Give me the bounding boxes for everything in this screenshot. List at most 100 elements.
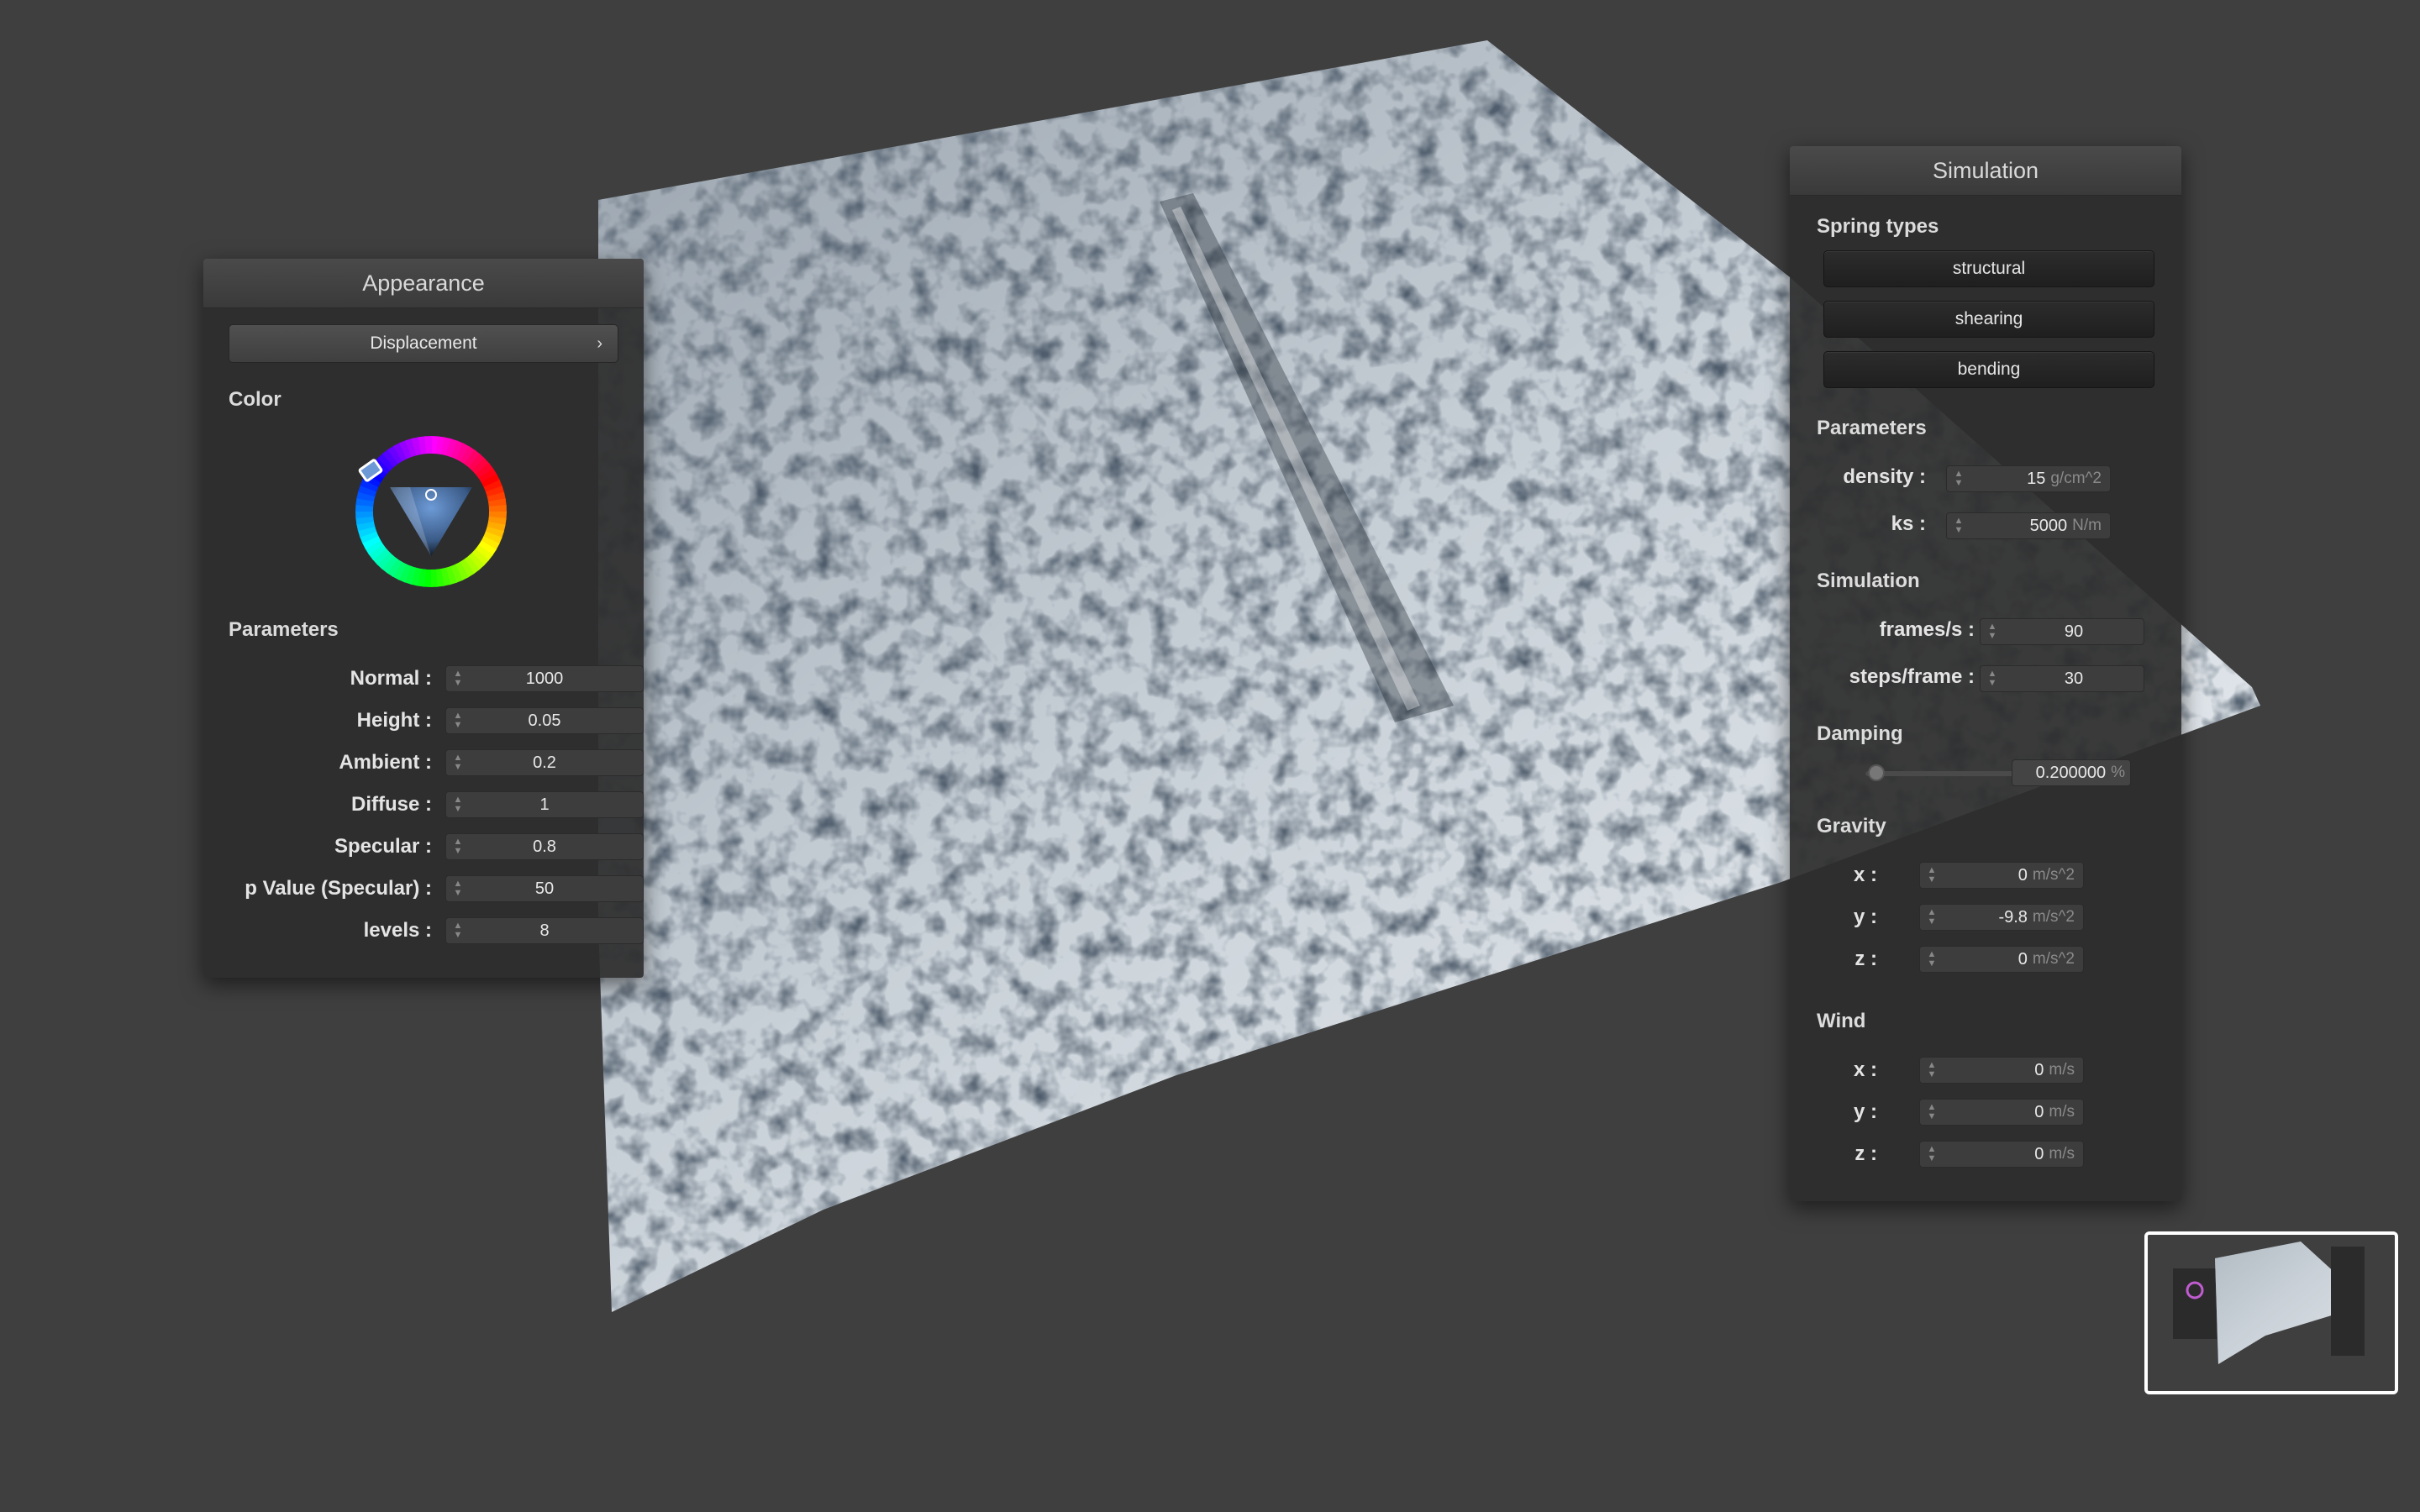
damping-label: Damping bbox=[1817, 722, 1903, 745]
param-field[interactable]: ▲ ▼ 50 bbox=[445, 875, 644, 902]
param-value: 8 bbox=[539, 921, 550, 940]
spinner-arrows-icon[interactable]: ▲ ▼ bbox=[1947, 466, 1970, 491]
gravity-unit: m/s^2 bbox=[2032, 866, 2075, 884]
param-field[interactable]: ▲ ▼ 0.2 bbox=[445, 749, 644, 776]
gravity-value: 0 bbox=[2018, 865, 2028, 885]
structural-button[interactable]: structural bbox=[1823, 250, 2154, 287]
chevron-right-icon: › bbox=[597, 333, 602, 353]
param-value: 1000 bbox=[525, 669, 564, 688]
spinner-arrows-icon[interactable]: ▲ ▼ bbox=[446, 750, 470, 775]
wind-label: Wind bbox=[1817, 1010, 1866, 1032]
spinner-arrows-icon[interactable]: ▲ ▼ bbox=[1947, 513, 1970, 538]
gravity-x-label: x : bbox=[1853, 864, 1877, 886]
gravity-z-label: z : bbox=[1854, 948, 1877, 970]
gravity-value: 0 bbox=[2018, 949, 2028, 969]
wind-unit: m/s bbox=[2049, 1103, 2075, 1121]
appearance-parameters-label: Parameters bbox=[229, 618, 339, 641]
shader-dropdown-label: Displacement bbox=[370, 333, 477, 353]
wind-y-label: y : bbox=[1853, 1100, 1877, 1123]
param-label: Diffuse : bbox=[351, 793, 432, 816]
density-field[interactable]: ▲ ▼ 15 g/cm^2 bbox=[1946, 465, 2111, 492]
gravity-unit: m/s^2 bbox=[2032, 908, 2075, 926]
minimap-preview bbox=[2148, 1235, 2395, 1391]
gravity-unit: m/s^2 bbox=[2032, 950, 2075, 968]
appearance-panel: Appearance Displacement › Color Paramete… bbox=[203, 259, 644, 978]
spinner-arrows-icon[interactable]: ▲ ▼ bbox=[446, 708, 470, 733]
color-wheel[interactable] bbox=[351, 432, 511, 591]
density-value: 15 bbox=[2027, 469, 2046, 488]
spring-types-label: Spring types bbox=[1817, 215, 1939, 238]
param-field[interactable]: ▲ ▼ 1 bbox=[445, 791, 644, 818]
param-field[interactable]: ▲ ▼ 0.8 bbox=[445, 833, 644, 860]
wind-value: 0 bbox=[2034, 1144, 2044, 1163]
gravity-z-field[interactable]: ▲ ▼ 0 m/s^2 bbox=[1919, 946, 2084, 973]
ks-unit: N/m bbox=[2072, 517, 2102, 534]
frames-field[interactable]: ▲ ▼ 90 bbox=[1980, 618, 2144, 645]
ks-field[interactable]: ▲ ▼ 5000 N/m bbox=[1946, 512, 2111, 539]
param-value: 0.2 bbox=[533, 753, 556, 772]
gravity-label: Gravity bbox=[1817, 815, 1886, 837]
param-label: Specular : bbox=[334, 835, 432, 858]
param-field[interactable]: ▲ ▼ 0.05 bbox=[445, 707, 644, 734]
simulation-section-label: Simulation bbox=[1817, 570, 1920, 592]
gravity-x-field[interactable]: ▲ ▼ 0 m/s^2 bbox=[1919, 862, 2084, 889]
minimap-appearance-panel bbox=[2173, 1268, 2217, 1339]
param-label: Ambient : bbox=[339, 751, 432, 774]
spinner-arrows-icon[interactable]: ▲ ▼ bbox=[1920, 1100, 1944, 1125]
damping-slider-knob[interactable] bbox=[1868, 764, 1885, 781]
wind-value: 0 bbox=[2034, 1102, 2044, 1121]
steps-field[interactable]: ▲ ▼ 30 bbox=[1980, 665, 2144, 692]
spinner-arrows-icon[interactable]: ▲ ▼ bbox=[1920, 947, 1944, 972]
spinner-arrows-icon[interactable]: ▲ ▼ bbox=[1981, 619, 2004, 644]
frames-label: frames/s : bbox=[1879, 618, 1975, 641]
appearance-title: Appearance bbox=[203, 259, 644, 308]
simulation-title: Simulation bbox=[1790, 146, 2181, 196]
minimap-simulation-panel bbox=[2331, 1247, 2365, 1356]
minimap-thumbnail[interactable] bbox=[2144, 1231, 2398, 1394]
spinner-arrows-icon[interactable]: ▲ ▼ bbox=[446, 666, 470, 691]
shader-dropdown[interactable]: Displacement › bbox=[229, 324, 618, 363]
param-value: 0.05 bbox=[528, 711, 561, 730]
spinner-arrows-icon[interactable]: ▲ ▼ bbox=[1920, 1058, 1944, 1083]
param-label: Height : bbox=[356, 709, 432, 732]
ks-value: 5000 bbox=[2029, 516, 2068, 535]
density-unit: g/cm^2 bbox=[2050, 470, 2102, 487]
spinner-arrows-icon[interactable]: ▲ ▼ bbox=[1920, 863, 1944, 888]
wind-unit: m/s bbox=[2049, 1061, 2075, 1079]
color-section-label: Color bbox=[229, 388, 281, 411]
simulation-panel: Simulation Spring types structural shear… bbox=[1790, 146, 2181, 1201]
damping-value: 0.200000 bbox=[2035, 763, 2107, 782]
wind-value: 0 bbox=[2034, 1060, 2044, 1079]
spinner-arrows-icon[interactable]: ▲ ▼ bbox=[1920, 1142, 1944, 1167]
gravity-y-label: y : bbox=[1853, 906, 1877, 928]
param-value: 1 bbox=[539, 795, 550, 814]
steps-label: steps/frame : bbox=[1849, 665, 1975, 688]
param-label: p Value (Specular) : bbox=[245, 877, 432, 900]
gravity-y-field[interactable]: ▲ ▼ -9.8 m/s^2 bbox=[1919, 904, 2084, 931]
shearing-button[interactable]: shearing bbox=[1823, 301, 2154, 338]
param-value: 50 bbox=[534, 879, 555, 898]
wind-y-field[interactable]: ▲ ▼ 0 m/s bbox=[1919, 1099, 2084, 1126]
spinner-arrows-icon[interactable]: ▲ ▼ bbox=[1981, 666, 2004, 691]
spinner-arrows-icon[interactable]: ▲ ▼ bbox=[446, 834, 470, 859]
gravity-value: -9.8 bbox=[1998, 907, 2028, 927]
spinner-arrows-icon[interactable]: ▲ ▼ bbox=[446, 876, 470, 901]
spinner-arrows-icon[interactable]: ▲ ▼ bbox=[1920, 905, 1944, 930]
density-label: density : bbox=[1843, 465, 1926, 488]
param-field[interactable]: ▲ ▼ 1000 bbox=[445, 665, 644, 692]
wind-x-label: x : bbox=[1853, 1058, 1877, 1081]
param-value: 0.8 bbox=[533, 837, 556, 856]
damping-field[interactable]: 0.200000 % bbox=[2012, 759, 2131, 786]
param-label: Normal : bbox=[350, 667, 432, 690]
wind-z-field[interactable]: ▲ ▼ 0 m/s bbox=[1919, 1141, 2084, 1168]
bending-button[interactable]: bending bbox=[1823, 351, 2154, 388]
wind-z-label: z : bbox=[1854, 1142, 1877, 1165]
spinner-arrows-icon[interactable]: ▲ ▼ bbox=[446, 918, 470, 943]
steps-value: 30 bbox=[2064, 669, 2084, 688]
sim-parameters-label: Parameters bbox=[1817, 417, 1927, 439]
spinner-arrows-icon[interactable]: ▲ ▼ bbox=[446, 792, 470, 817]
wind-x-field[interactable]: ▲ ▼ 0 m/s bbox=[1919, 1057, 2084, 1084]
param-field[interactable]: ▲ ▼ 8 bbox=[445, 917, 644, 944]
frames-value: 90 bbox=[2064, 622, 2084, 641]
wind-unit: m/s bbox=[2049, 1145, 2075, 1163]
